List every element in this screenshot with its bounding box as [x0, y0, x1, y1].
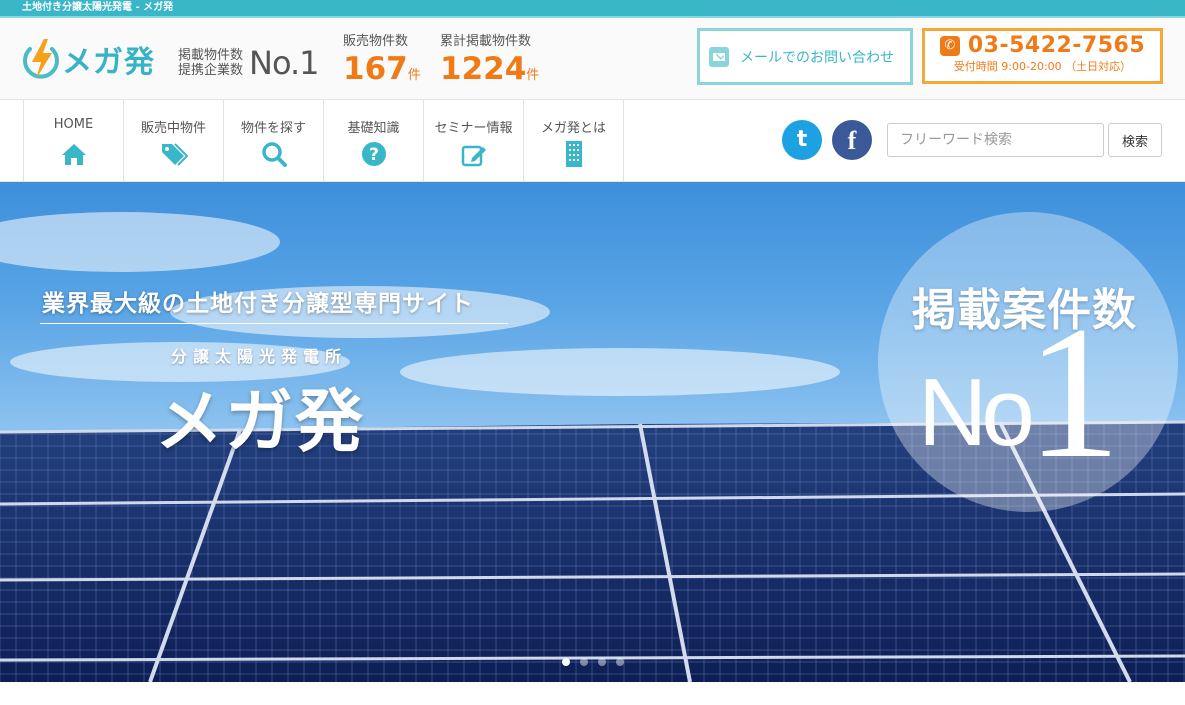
no1-badge-one: 1 — [1026, 288, 1121, 498]
header: メガ発 掲載物件数 提携企業数 No.1 販売物件数 167件 累計掲載物件数 … — [0, 18, 1185, 100]
lightning-logo-icon — [23, 39, 59, 79]
nav-item-label: 販売中物件 — [140, 121, 206, 136]
nav-item-about[interactable]: メガ発とは — [524, 100, 624, 181]
nav-item-basics[interactable]: 基礎知識 ? — [324, 100, 424, 181]
search-button[interactable]: 検索 — [1108, 123, 1162, 157]
phone-hours: 受付時間 9:00-20:00 （土日対応） — [953, 60, 1132, 73]
hero-brand: メガ発 — [155, 383, 366, 462]
slider-dot[interactable] — [616, 658, 624, 666]
nav-item-search[interactable]: 物件を探す — [224, 100, 324, 181]
nav-item-label: 物件を探す — [240, 121, 306, 136]
phone-icon: ✆ — [939, 35, 960, 56]
nav-item-label: HOME — [53, 117, 94, 132]
envelope-icon — [709, 46, 729, 67]
hero-banner: 業界最大級の土地付き分譲型専門サイト 分譲太陽光発電所 メガ発 掲載案件数 No… — [0, 182, 1185, 682]
mail-contact-button[interactable]: メールでのお問い合わせ — [697, 28, 913, 85]
no1-label-listings: 掲載物件数 — [178, 48, 244, 63]
phone-number[interactable]: 03-5422-7565 — [968, 33, 1145, 58]
stat-label: 累計掲載物件数 — [440, 34, 532, 49]
nav-item-home[interactable]: HOME — [24, 100, 124, 181]
slider-dot[interactable] — [562, 658, 570, 666]
edit-icon — [461, 145, 486, 167]
site-tagline: 土地付き分譲太陽光発電 - メガ発 — [0, 0, 1185, 18]
site-logo[interactable]: メガ発 — [22, 37, 155, 81]
search-icon — [261, 142, 287, 167]
search-input[interactable] — [887, 123, 1104, 157]
slider-dot[interactable] — [580, 658, 588, 666]
question-icon: ? — [361, 142, 386, 166]
tags-icon — [161, 143, 188, 166]
logo-text: メガ発 — [62, 45, 155, 80]
main-nav: HOME 販売中物件 物件を探す 基礎知識 ? セミナー情報 メガ発とは t f… — [0, 100, 1185, 182]
stat-for-sale: 販売物件数 167件 — [343, 30, 421, 87]
stat-label: 販売物件数 — [343, 34, 409, 49]
no1-claim: 掲載物件数 提携企業数 No.1 — [178, 44, 320, 82]
svg-text:?: ? — [369, 145, 379, 165]
no1-badge-no: No — [918, 359, 1035, 466]
mail-contact-label: メールでのお問い合わせ — [740, 49, 894, 66]
stat-unit: 件 — [526, 68, 540, 83]
no1-value: No.1 — [249, 44, 319, 82]
stat-value: 167 — [343, 51, 408, 87]
phone-contact[interactable]: ✆ 03-5422-7565 受付時間 9:00-20:00 （土日対応） — [922, 28, 1163, 84]
building-icon — [565, 141, 582, 167]
nav-item-label: 基礎知識 — [347, 121, 400, 136]
slider-dot[interactable] — [598, 658, 606, 666]
twitter-icon[interactable]: t — [782, 120, 822, 160]
nav-item-for-sale[interactable]: 販売中物件 — [124, 100, 224, 181]
nav-item-label: セミナー情報 — [434, 121, 513, 136]
hero-subtitle: 業界最大級の土地付き分譲型専門サイト — [42, 290, 474, 317]
hero-small-title: 分譲太陽光発電所 — [171, 347, 348, 366]
nav-item-label: メガ発とは — [540, 121, 606, 136]
home-icon — [61, 144, 86, 165]
nav-item-seminar[interactable]: セミナー情報 — [424, 100, 524, 181]
stat-total-listed: 累計掲載物件数 1224件 — [440, 30, 539, 87]
no1-label-partners: 提携企業数 — [178, 63, 244, 78]
stat-unit: 件 — [407, 68, 421, 83]
stat-value: 1224 — [440, 51, 527, 87]
slider-dots — [562, 658, 634, 666]
hero-divider — [40, 323, 508, 324]
facebook-icon[interactable]: f — [832, 120, 872, 160]
